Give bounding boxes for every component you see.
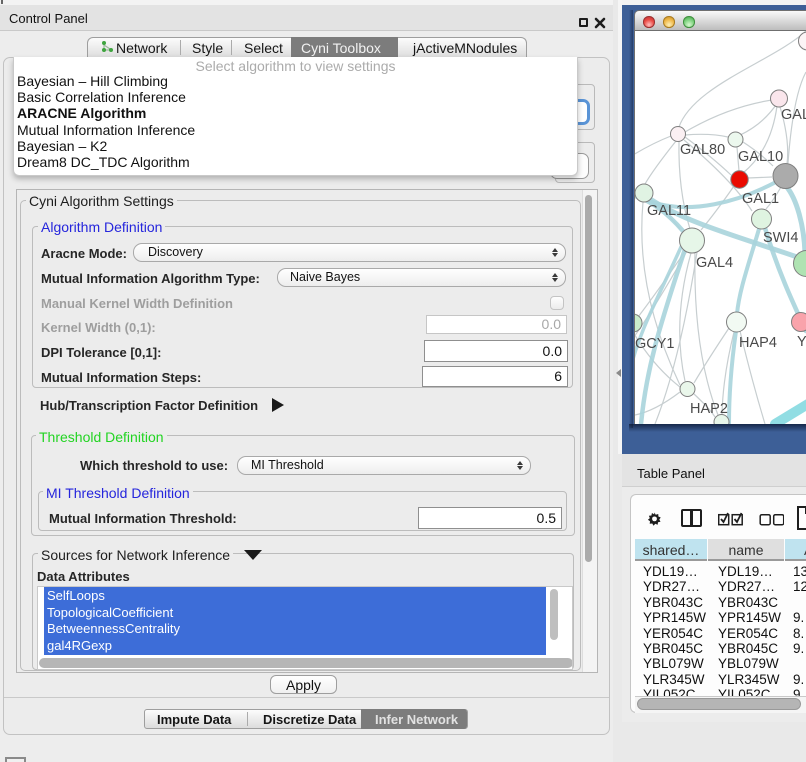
svg-text:GAL4: GAL4: [696, 255, 733, 271]
svg-text:HAP4: HAP4: [739, 335, 777, 351]
svg-text:GAL1: GAL1: [742, 191, 779, 207]
svg-text:SWI4: SWI4: [763, 230, 798, 246]
svg-text:GCY1: GCY1: [635, 336, 675, 352]
svg-text:Y: Y: [797, 334, 806, 350]
svg-text:HAP2: HAP2: [690, 401, 728, 417]
svg-text:GAL11: GAL11: [647, 203, 691, 219]
svg-text:GAL80: GAL80: [680, 142, 725, 158]
svg-text:GAL10: GAL10: [738, 149, 783, 165]
svg-text:GAL2: GAL2: [781, 107, 806, 123]
